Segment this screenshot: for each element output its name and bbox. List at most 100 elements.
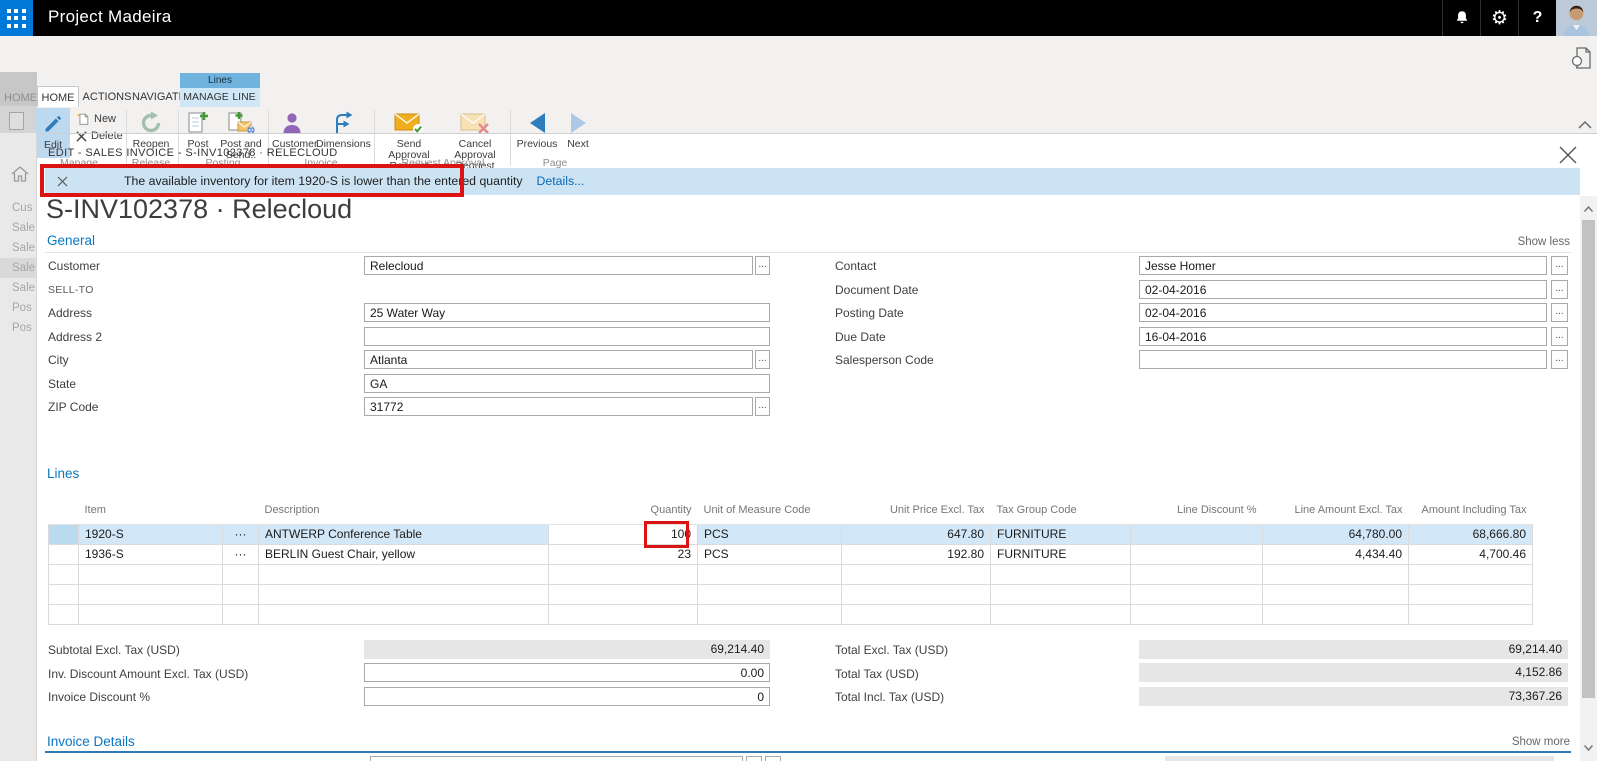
customer-button[interactable]: Customer — [272, 109, 312, 150]
new-button[interactable]: New — [76, 112, 116, 126]
salesperson-code-field[interactable] — [1139, 350, 1547, 369]
col-line-discount[interactable]: Line Discount % — [1131, 496, 1263, 524]
line-row-empty[interactable] — [49, 584, 1533, 604]
address-field[interactable] — [364, 303, 770, 322]
dimensions-button[interactable]: Dimensions — [316, 109, 370, 150]
customer-lookup-button[interactable]: ... — [755, 256, 770, 275]
cell-line-discount[interactable] — [1131, 524, 1263, 544]
collapse-ribbon-chevron-icon[interactable] — [1578, 120, 1592, 129]
address2-field[interactable] — [364, 327, 770, 346]
cell-line-amount[interactable]: 4,434.40 — [1263, 544, 1409, 564]
scrollbar-thumb[interactable] — [1582, 220, 1595, 698]
row-selector[interactable] — [49, 544, 79, 564]
cell-quantity[interactable]: 100 — [549, 524, 698, 544]
tab-home[interactable]: HOME — [37, 86, 79, 107]
due-date-field[interactable] — [1139, 327, 1547, 346]
row-options-ellipsis-button[interactable]: ··· — [223, 524, 259, 544]
cell-item[interactable]: 1936-S — [79, 544, 223, 564]
sidebar-item-customers[interactable]: Cus — [12, 202, 37, 214]
notification-dismiss-icon[interactable] — [57, 176, 68, 187]
contextual-tab-group-lines[interactable]: Lines — [180, 73, 260, 88]
user-avatar[interactable] — [1556, 0, 1597, 36]
previous-button[interactable]: Previous — [516, 109, 558, 150]
cell-tax-group[interactable]: FURNITURE — [991, 544, 1131, 564]
posting-date-field[interactable] — [1139, 303, 1547, 322]
invoice-discount-pct-field[interactable] — [364, 687, 770, 706]
zip-lookup-button[interactable]: ... — [755, 397, 770, 416]
contact-field[interactable] — [1139, 256, 1547, 275]
cell-item[interactable]: 1920-S — [79, 524, 223, 544]
details-link[interactable]: Details... — [537, 174, 585, 188]
sidebar-item-sales-3[interactable]: Sale — [12, 262, 37, 274]
tab-actions[interactable]: ACTIONS — [82, 88, 132, 107]
line-row-empty[interactable] — [49, 604, 1533, 624]
cell-amount-incl[interactable]: 4,700.46 — [1409, 544, 1533, 564]
state-field[interactable] — [364, 374, 770, 393]
line-row-2[interactable]: 1936-S ··· BERLIN Guest Chair, yellow 23… — [49, 544, 1533, 564]
col-quantity[interactable]: Quantity — [549, 496, 698, 524]
sidebar-item-posted-2[interactable]: Pos — [12, 322, 37, 334]
sidebar-item-sales-1[interactable]: Sale — [12, 222, 37, 234]
cell-uom[interactable]: PCS — [698, 544, 842, 564]
delete-button[interactable]: Delete — [76, 130, 123, 142]
cell-uom[interactable]: PCS — [698, 524, 842, 544]
cell-line-discount[interactable] — [1131, 544, 1263, 564]
zip-field[interactable] — [364, 397, 753, 416]
tab-manage[interactable]: MANAGE — [182, 88, 230, 107]
city-field[interactable] — [364, 350, 753, 369]
settings-gear-icon[interactable]: ⚙ — [1480, 0, 1518, 36]
city-lookup-button[interactable]: ... — [755, 350, 770, 369]
cell-unit-price[interactable]: 192.80 — [842, 544, 991, 564]
show-less-link[interactable]: Show less — [1470, 236, 1570, 248]
customer-field[interactable] — [364, 256, 753, 275]
col-tax-group[interactable]: Tax Group Code — [991, 496, 1131, 524]
cell-tax-group[interactable]: FURNITURE — [991, 524, 1131, 544]
section-lines[interactable]: Lines — [47, 466, 79, 481]
col-unit-price[interactable]: Unit Price Excl. Tax — [842, 496, 991, 524]
posting-date-lookup-button[interactable]: ... — [1551, 303, 1568, 322]
line-row-empty[interactable] — [49, 564, 1533, 584]
notifications-bell-icon[interactable] — [1442, 0, 1480, 36]
app-launcher-icon[interactable] — [0, 0, 33, 36]
scroll-up-icon[interactable] — [1583, 204, 1594, 215]
section-general[interactable]: General — [47, 233, 95, 248]
reopen-button[interactable]: Reopen — [130, 109, 172, 150]
col-uom[interactable]: Unit of Measure Code — [698, 496, 842, 524]
section-invoice-details[interactable]: Invoice Details — [47, 734, 135, 749]
post-button[interactable]: Post — [182, 109, 214, 150]
scroll-down-icon[interactable] — [1583, 742, 1594, 753]
sidebar-item-posted-1[interactable]: Pos — [12, 302, 37, 314]
cell-quantity[interactable]: 23 — [549, 544, 698, 564]
tab-line[interactable]: LINE — [230, 88, 258, 107]
sidebar-item-sales-4[interactable]: Sale — [12, 282, 37, 294]
cell-line-amount[interactable]: 64,780.00 — [1263, 524, 1409, 544]
show-more-link[interactable]: Show more — [1470, 736, 1570, 748]
invoice-details-button-1[interactable] — [746, 756, 762, 761]
cell-amount-incl[interactable]: 68,666.80 — [1409, 524, 1533, 544]
cell-description[interactable]: ANTWERP Conference Table — [259, 524, 549, 544]
document-date-lookup-button[interactable]: ... — [1551, 280, 1568, 299]
col-line-amount[interactable]: Line Amount Excl. Tax — [1263, 496, 1409, 524]
due-date-lookup-button[interactable]: ... — [1551, 327, 1568, 346]
sidebar-item-sales-2[interactable]: Sale — [12, 242, 37, 254]
row-selector[interactable] — [49, 524, 79, 544]
row-options-ellipsis-button[interactable]: ··· — [223, 544, 259, 564]
salesperson-lookup-button[interactable]: ... — [1551, 350, 1568, 369]
col-amount-incl[interactable]: Amount Including Tax — [1409, 496, 1533, 524]
vertical-scrollbar[interactable] — [1580, 196, 1597, 761]
col-description[interactable]: Description — [259, 496, 549, 524]
invoice-details-button-2[interactable] — [765, 756, 781, 761]
feedback-lightbulb-icon[interactable] — [1570, 46, 1592, 70]
cell-description[interactable]: BERLIN Guest Chair, yellow — [259, 544, 549, 564]
contact-lookup-button[interactable]: ... — [1551, 256, 1568, 275]
cell-unit-price[interactable]: 647.80 — [842, 524, 991, 544]
document-date-field[interactable] — [1139, 280, 1547, 299]
line-row-1[interactable]: 1920-S ··· ANTWERP Conference Table 100 … — [49, 524, 1533, 544]
inv-discount-field[interactable] — [364, 663, 770, 682]
close-icon[interactable] — [1558, 145, 1580, 167]
col-item[interactable]: Item — [79, 496, 223, 524]
help-icon[interactable]: ? — [1518, 0, 1556, 36]
invoice-details-field-partial[interactable] — [370, 756, 743, 761]
home-icon[interactable] — [11, 166, 29, 182]
next-button[interactable]: Next — [562, 109, 594, 150]
